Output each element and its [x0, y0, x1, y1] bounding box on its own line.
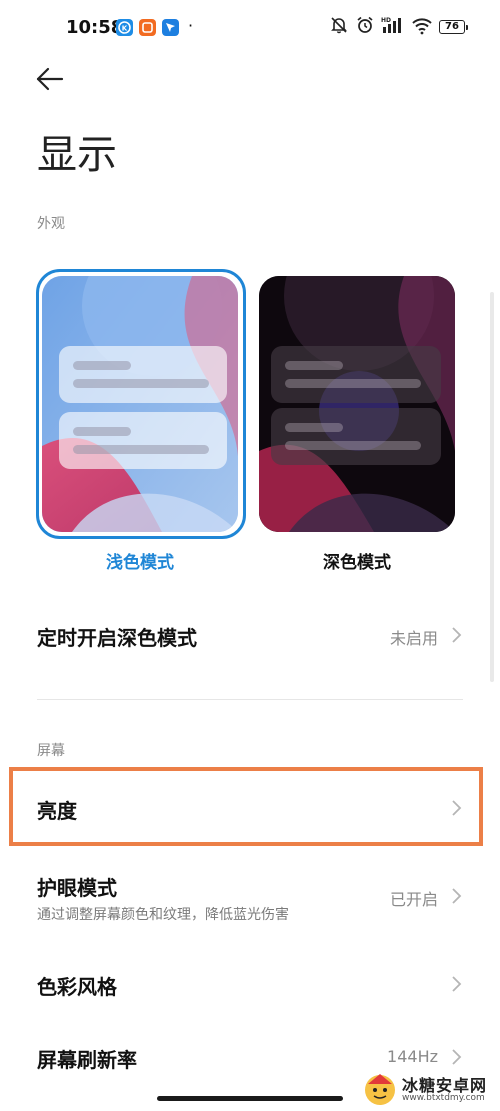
alarm-icon [355, 15, 375, 39]
svg-text:K: K [122, 25, 128, 33]
eye-protection-value: 已开启 [389, 890, 438, 909]
light-mode-label[interactable]: 浅色模式 [42, 548, 238, 573]
back-button[interactable] [32, 64, 68, 94]
brightness-row[interactable]: 亮度 [0, 771, 500, 843]
watermark-url: www.btxtdmy.com [402, 1093, 485, 1103]
schedule-dark-mode-row[interactable]: 定时开启深色模式 未启用 [0, 606, 500, 664]
light-mode-preview[interactable] [42, 276, 238, 532]
wifi-icon [411, 15, 433, 39]
back-arrow-icon [36, 67, 64, 91]
color-style-row[interactable]: 色彩风格 [0, 955, 500, 1013]
status-time: 10:58 [66, 17, 124, 38]
refresh-rate-title: 屏幕刷新率 [37, 1048, 137, 1072]
divider [37, 699, 463, 700]
schedule-dark-mode-value: 未启用 [389, 629, 438, 648]
home-indicator[interactable] [157, 1096, 343, 1101]
schedule-dark-mode-title: 定时开启深色模式 [37, 626, 197, 650]
dark-mode-label[interactable]: 深色模式 [259, 548, 455, 573]
scrollbar[interactable] [490, 292, 494, 682]
status-bar: 10:58 K · HD 76 [0, 0, 500, 56]
eye-protection-subtitle: 通过调整屏幕颜色和纹理，降低蓝光伤害 [37, 907, 289, 923]
dark-mode-preview[interactable] [259, 276, 455, 532]
refresh-rate-value: 144Hz [387, 1047, 438, 1066]
brightness-title: 亮度 [37, 799, 77, 823]
orange-app-icon [139, 19, 156, 36]
status-right-icons: HD 76 [329, 16, 468, 38]
chevron-right-icon [452, 888, 462, 904]
blue-app-icon [162, 19, 179, 36]
battery-level: 76 [439, 20, 465, 34]
chevron-right-icon [452, 800, 462, 816]
light-mock-panel-1 [59, 346, 227, 403]
signal-icon: HD [381, 15, 405, 39]
watermark: 冰糖安卓网 www.btxtdmy.com [360, 1070, 500, 1108]
dark-wallpaper-image [259, 276, 455, 532]
section-label-screen: 屏幕 [37, 743, 65, 759]
page-title: 显示 [37, 132, 117, 178]
status-dot: · [188, 16, 194, 35]
network-label: HD [381, 17, 391, 24]
dark-mock-panel-1 [271, 346, 441, 403]
watermark-logo-icon [365, 1074, 395, 1105]
eye-protection-title: 护眼模式 [37, 876, 117, 900]
light-wallpaper-image [42, 276, 238, 532]
chevron-right-icon [452, 1049, 462, 1065]
section-label-appearance: 外观 [37, 216, 65, 232]
color-style-title: 色彩风格 [37, 975, 117, 999]
dark-mock-panel-2 [271, 408, 441, 465]
light-mock-panel-2 [59, 412, 227, 469]
chevron-right-icon [452, 976, 462, 992]
mute-bell-icon [329, 15, 349, 39]
eye-protection-row[interactable]: 护眼模式 通过调整屏幕颜色和纹理，降低蓝光伤害 已开启 [0, 860, 500, 930]
battery-icon: 76 [439, 20, 468, 34]
kuaishou-k-icon: K [116, 19, 133, 36]
chevron-right-icon [452, 627, 462, 643]
